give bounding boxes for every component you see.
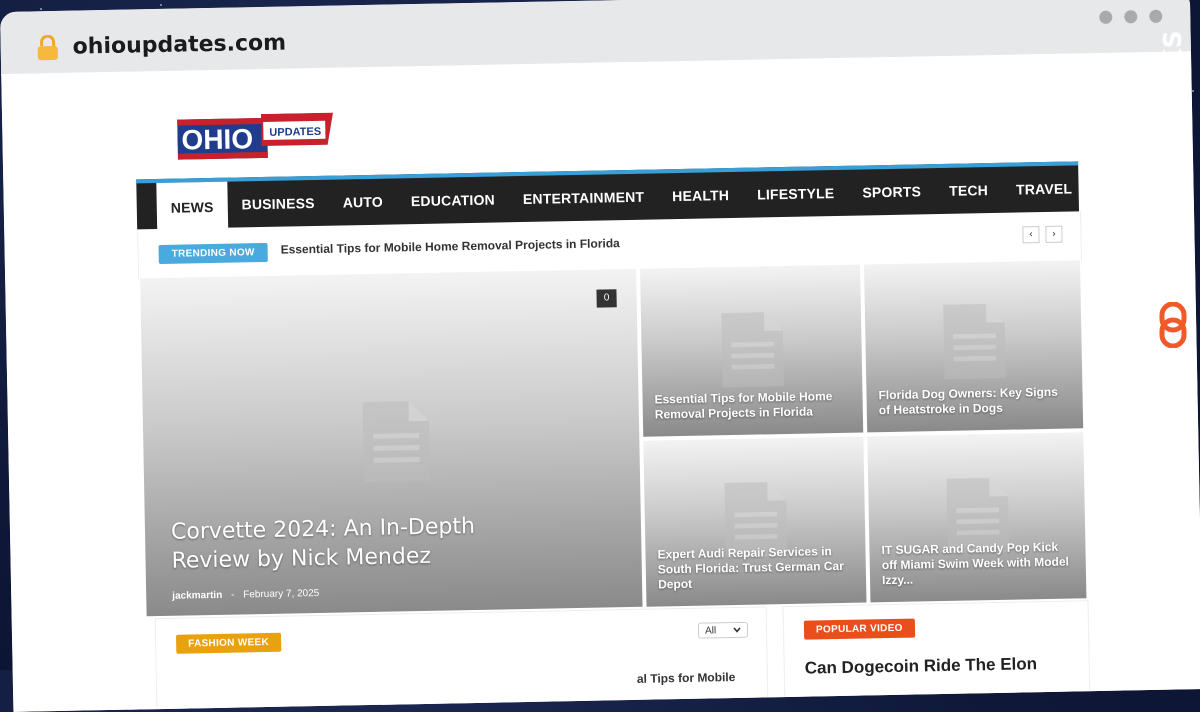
browser-window: ohioupdates.com OHIO UPDATES NEWS BUSINE… (0, 0, 1200, 712)
filter-value: All (704, 624, 717, 637)
nav-item-tech[interactable]: TECH (935, 167, 1003, 214)
lock-icon (37, 34, 58, 61)
site-logo[interactable]: OHIO UPDATES (177, 112, 334, 162)
post-author[interactable]: jackmartin (172, 590, 222, 602)
window-dot-icon[interactable] (1099, 10, 1113, 24)
featured-main-title[interactable]: Corvette 2024: An In-Depth Review by Nic… (171, 512, 492, 576)
nav-item-business[interactable]: BUSINESS (227, 180, 329, 228)
featured-post-tile[interactable]: Essential Tips for Mobile Home Removal P… (640, 264, 864, 437)
trending-headline[interactable]: Essential Tips for Mobile Home Removal P… (280, 236, 619, 257)
search-button[interactable] (1086, 165, 1105, 211)
watermark-text: GUESTPOSTLINKS (1158, 29, 1187, 288)
nav-item-education[interactable]: EDUCATION (396, 176, 509, 224)
post-meta: jackmartin - February 7, 2025 (172, 588, 319, 602)
document-placeholder-icon (362, 401, 431, 483)
post-title-peek[interactable]: al Tips for Mobile (637, 670, 736, 686)
document-placeholder-icon (721, 312, 784, 388)
featured-post-tile[interactable]: Florida Dog Owners: Key Signs of Heatstr… (864, 260, 1084, 433)
chevron-down-icon (733, 627, 741, 633)
watermark: GUESTPOSTLINKS (1154, 30, 1200, 360)
featured-grid: 0 Corvette 2024: An In-Depth Review by N… (138, 260, 1087, 618)
nav-item-lifestyle[interactable]: LIFESTYLE (743, 170, 849, 218)
featured-post-tile[interactable]: IT SUGAR and Candy Pop Kick off Miami Sw… (867, 432, 1087, 603)
window-controls (1099, 9, 1163, 24)
link-icon (1159, 302, 1187, 348)
featured-post-title[interactable]: Florida Dog Owners: Key Signs of Heatstr… (878, 385, 1071, 419)
window-dot-icon[interactable] (1124, 10, 1138, 24)
nav-item-health[interactable]: HEALTH (658, 172, 744, 220)
fashion-section: FASHION WEEK All al Tips for Mobile (154, 606, 769, 712)
section-tag[interactable]: FASHION WEEK (175, 632, 282, 654)
comment-count-badge[interactable]: 0 (596, 289, 617, 308)
section-tag[interactable]: POPULAR VIDEO (803, 618, 915, 640)
content-sections: FASHION WEEK All al Tips for Mobile POPU… (145, 600, 1091, 712)
nav-item-sports[interactable]: SPORTS (848, 168, 936, 216)
featured-post-tile[interactable]: Expert Audi Repair Services in South Flo… (643, 436, 867, 607)
featured-post-title[interactable]: IT SUGAR and Candy Pop Kick off Miami Sw… (881, 539, 1074, 588)
nav-item-travel[interactable]: TRAVEL (1002, 165, 1087, 213)
video-title[interactable]: Can Dogecoin Ride The Elon (805, 654, 1038, 678)
chevron-left-icon[interactable]: ‹ (1022, 226, 1040, 244)
chevron-right-icon[interactable]: › (1045, 225, 1063, 243)
page-content: OHIO UPDATES NEWS BUSINESS AUTO EDUCATIO… (1, 51, 1200, 712)
logo-main-text: OHIO (181, 123, 253, 155)
post-date: February 7, 2025 (243, 587, 320, 601)
trending-badge: TRENDING NOW (158, 242, 268, 264)
search-icon (1086, 179, 1105, 197)
document-placeholder-icon (943, 303, 1006, 380)
meta-separator: - (230, 589, 235, 601)
video-section: POPULAR VIDEO Can Dogecoin Ride The Elon (782, 600, 1091, 709)
url-text[interactable]: ohioupdates.com (72, 31, 286, 60)
featured-main-post[interactable]: 0 Corvette 2024: An In-Depth Review by N… (140, 268, 643, 617)
nav-item-entertainment[interactable]: ENTERTAINMENT (508, 173, 658, 222)
featured-post-title[interactable]: Expert Audi Repair Services in South Flo… (657, 544, 854, 593)
nav-item-auto[interactable]: AUTO (328, 178, 397, 225)
trending-nav: ‹ › (1022, 225, 1063, 244)
window-dot-icon[interactable] (1149, 9, 1163, 23)
nav-item-news[interactable]: NEWS (156, 181, 229, 234)
featured-post-title[interactable]: Essential Tips for Mobile Home Removal P… (654, 389, 851, 423)
filter-select[interactable]: All (697, 621, 749, 639)
logo-sub-text: UPDATES (269, 126, 321, 139)
